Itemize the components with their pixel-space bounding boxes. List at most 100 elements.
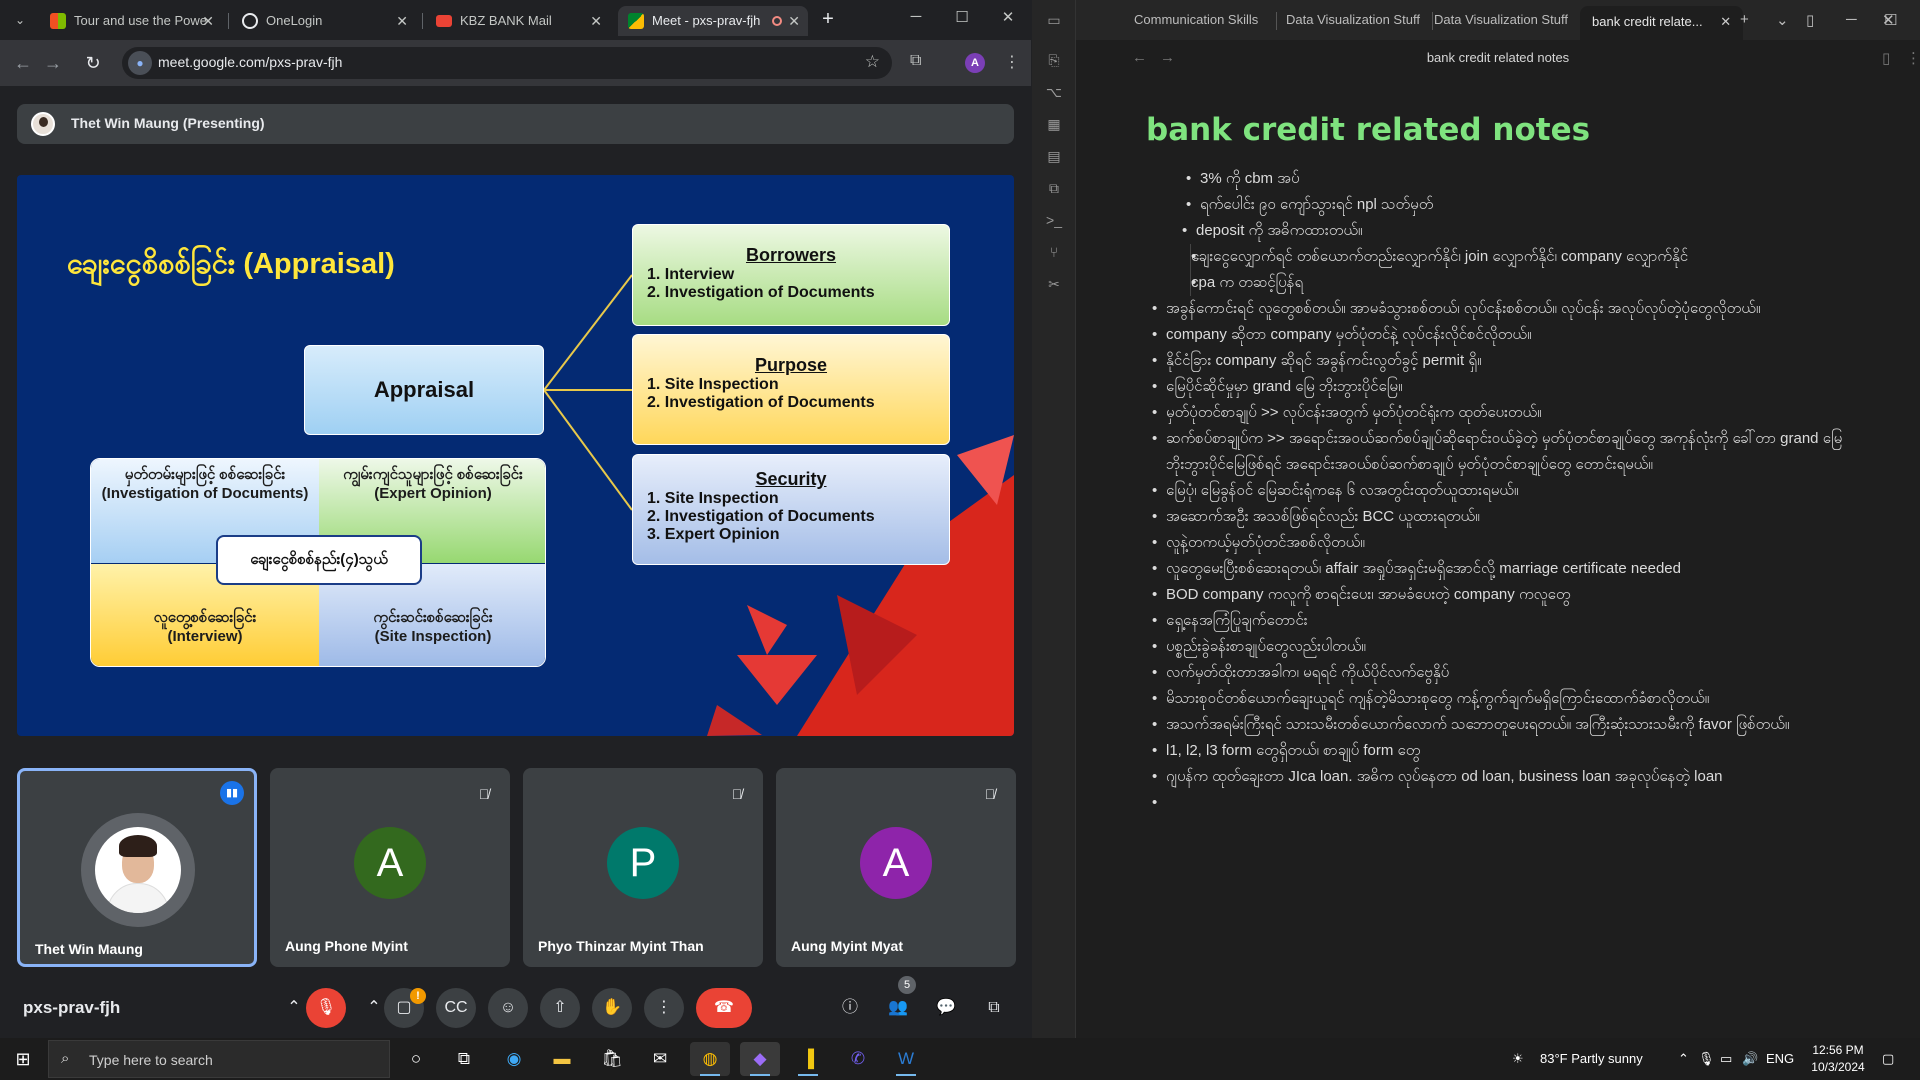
canvas-icon[interactable]: ▦ [1044, 114, 1064, 134]
note-bullet-list[interactable]: 3% ကို cbm အပ်ရက်ပေါင်း ၉၀ ကျော်သွားရင် … [1146, 166, 1846, 816]
tab-onelogin[interactable]: OneLogin ✕ [232, 6, 416, 36]
note-list-item[interactable]: ဆက်စပ်စာချုပ်က >> အရောင်းအဝယ်ဆက်စပ်ချုပ်… [1152, 426, 1846, 478]
note-list-item[interactable]: ရှေ့နေအကြံပြုချက်တောင်း [1152, 608, 1846, 634]
note-tab[interactable]: Data Visualization Stuff [1434, 12, 1568, 27]
note-list-item[interactable]: အခွန်ကောင်းရင် လူတွေစစ်တယ်။ အာမခံသွားစစ်… [1152, 296, 1846, 322]
open-switcher-icon[interactable]: ⎘ [1044, 50, 1064, 70]
note-list-item[interactable]: 3% ကို cbm အပ် [1186, 166, 1846, 192]
note-list-item[interactable]: လက်မှတ်ထိုးတာအခါက၊ မရရင် ကိုယ်ပိုင်လက်ဗွ… [1152, 660, 1846, 686]
templates-icon[interactable]: ⧉ [1044, 178, 1064, 198]
raise-hand-button[interactable]: ✋ [592, 988, 632, 1028]
close-icon[interactable]: ✕ [590, 6, 602, 36]
activities-icon[interactable]: ⧉ [974, 988, 1014, 1028]
video-options-chevron-icon[interactable]: ⌃ [362, 988, 386, 1028]
note-list-item[interactable]: လူနဲ့တကယ့်မှတ်ပုံတင်အစစ်လိုတယ်။ [1152, 530, 1846, 556]
leave-call-button[interactable]: ☎ [696, 988, 752, 1028]
close-icon[interactable]: ✕ [396, 6, 408, 36]
word-icon[interactable]: W [886, 1042, 926, 1076]
system-clock[interactable]: 12:56 PM 10/3/2024 [1798, 1042, 1878, 1076]
task-view-icon[interactable]: ⧉ [444, 1042, 484, 1076]
reload-button[interactable]: ↻ [80, 50, 106, 76]
note-list-item[interactable]: ရက်ပေါင်း ၉၀ ကျော်သွားရင် npl သတ်မှတ် [1186, 192, 1846, 218]
note-list-item[interactable]: လူတွေမေးပြီးစစ်ဆေးရတယ်၊ affair အရှုပ်အရှ… [1152, 556, 1846, 582]
note-list-item[interactable]: ပစ္စည်းခွဲခန်းစာချုပ်တွေလည်းပါတယ်။ [1152, 634, 1846, 660]
forward-button[interactable]: → [40, 50, 66, 76]
mic-active-icon[interactable]: ● [128, 51, 152, 75]
taskbar-search-box[interactable]: ⌕ Type here to search [48, 1040, 390, 1078]
microphone-tray-icon[interactable]: 🎙 [1698, 1038, 1715, 1080]
notification-center-icon[interactable]: ▢ [1882, 1038, 1894, 1080]
tab-search-button[interactable]: ⌄ [8, 8, 32, 32]
note-list-item[interactable]: မိသားစုဝင်တစ်ယောက်ချေးယူရင် ကျန်တဲ့မိသား… [1152, 686, 1846, 712]
note-list-item[interactable]: မှတ်ပုံတင်စာချုပ် >> လုပ်ငန်းအတွက် မှတ်ပ… [1152, 400, 1846, 426]
minimize-button[interactable]: ─ [1846, 11, 1857, 28]
right-sidebar-toggle-icon[interactable]: ▯ [1806, 11, 1814, 29]
sidebar-toggle-icon[interactable]: ▭ [1044, 10, 1064, 30]
cortana-icon[interactable]: ○ [396, 1042, 436, 1076]
more-options-icon[interactable]: ⋮ [1906, 49, 1920, 67]
participant-tile[interactable]: ▮▮ Thet Win Maung [17, 768, 257, 967]
note-list-item[interactable]: BOD company ကလူကို စာရင်းပေး၊ အာမခံပေးတဲ… [1152, 582, 1846, 608]
back-button[interactable]: ← [10, 50, 36, 76]
close-icon[interactable]: ✕ [202, 6, 214, 36]
note-tab-active[interactable]: bank credit relate... ✕ [1580, 6, 1744, 40]
tab-meet[interactable]: Meet - pxs-prav-fjh ✕ [618, 6, 808, 36]
new-note-tab-icon[interactable]: + [1740, 11, 1749, 28]
close-icon[interactable]: ✕ [1720, 14, 1731, 29]
menu-icon[interactable]: ⋮ [1004, 52, 1020, 72]
note-list-item[interactable]: မြေပုံ၊ မြေခွန်ဝင် မြေဆင်းရုံကနေ ၆ လအတွင… [1152, 478, 1846, 504]
reading-view-icon[interactable]: ▯ [1882, 49, 1890, 67]
new-tab-button[interactable]: + [816, 8, 840, 31]
note-list-item[interactable]: ဂျပန်က ထုတ်ချေးတာ JIca loan. အဓိက လုပ်နေ… [1152, 764, 1846, 790]
chat-icon[interactable]: 💬 [926, 988, 966, 1028]
maximize-button[interactable]: ☐ [942, 8, 982, 26]
tray-chevron-icon[interactable]: ⌃ [1678, 1038, 1689, 1080]
weather-text[interactable]: 83°F Partly sunny [1540, 1038, 1643, 1080]
windows-start-icon[interactable]: ⊞ [0, 1038, 46, 1080]
mic-toggle-button[interactable]: 🎙 [306, 988, 346, 1028]
reactions-button[interactable]: ☺ [488, 988, 528, 1028]
command-palette-icon[interactable]: >_ [1044, 210, 1064, 230]
extensions-icon[interactable]: ⧉ [910, 52, 921, 70]
edge-icon[interactable]: ◉ [494, 1042, 534, 1076]
tab-list-chevron-icon[interactable]: ⌄ [1776, 11, 1789, 29]
note-list-item[interactable]: မြေပိုင်ဆိုင်မှုမှာ grand မြေ ဘိုးဘွားပိ… [1152, 374, 1846, 400]
graph-view-icon[interactable]: ⌥ [1044, 82, 1064, 102]
note-list-item[interactable]: company ဆိုတာ company မှတ်ပုံတင်နဲ့ လုပ်… [1152, 322, 1846, 348]
tab-kbz-mail[interactable]: KBZ BANK Mail ✕ [426, 6, 610, 36]
power-bi-icon[interactable]: ▐ [788, 1042, 828, 1076]
git-icon[interactable]: ⑂ [1044, 242, 1064, 262]
obsidian-icon[interactable]: ◆ [740, 1042, 780, 1076]
note-list-item[interactable]: အဆောက်အဦး အသစ်ဖြစ်ရင်လည်း BCC ယူထားရတယ်။ [1152, 504, 1846, 530]
participant-tile[interactable]: 🎙̸ A Aung Phone Myint [270, 768, 510, 967]
mail-icon[interactable]: ✉ [640, 1042, 680, 1076]
tools-icon[interactable]: ✂ [1044, 274, 1064, 294]
file-explorer-icon[interactable]: ▬ [542, 1042, 582, 1076]
chrome-icon[interactable]: ◍ [690, 1042, 730, 1076]
people-icon[interactable]: 👥 [878, 988, 918, 1028]
weather-icon[interactable]: ☀ [1512, 1038, 1524, 1080]
audio-options-chevron-icon[interactable]: ⌃ [282, 988, 306, 1028]
participant-tile[interactable]: 🎙̸ A Aung Myint Myat [776, 768, 1016, 967]
participant-tile[interactable]: 🎙̸ P Phyo Thinzar Myint Than [523, 768, 763, 967]
address-bar[interactable]: ● meet.google.com/pxs-prav-fjh ☆ [122, 47, 892, 79]
note-tab[interactable]: Communication Skills [1134, 12, 1258, 27]
note-list-item[interactable]: deposit ကို အဓိကထားတယ်။ [1182, 218, 1846, 244]
note-list-item[interactable]: cpa က တဆင့်ပြန်ရ [1190, 270, 1846, 296]
note-list-item[interactable]: အသက်အရမ်းကြီးရင် သားသမီးတစ်ယောက်လောက် သဘ… [1152, 712, 1846, 738]
note-list-item[interactable]: နိုင်ငံခြား company ဆိုရင် အခွန်ကင်းလွတ်… [1152, 348, 1846, 374]
present-screen-button[interactable]: ⇧ [540, 988, 580, 1028]
language-indicator[interactable]: ENG [1766, 1038, 1794, 1080]
close-window-button[interactable]: ✕ [1882, 11, 1895, 29]
more-options-button[interactable]: ⋮ [644, 988, 684, 1028]
store-icon[interactable]: 🛍 [592, 1042, 632, 1076]
note-list-item[interactable]: ချေးငွေလျှောက်ရင် တစ်ယောက်တည်းလျှောက်နို… [1190, 244, 1846, 270]
tab-power-tour[interactable]: Tour and use the Powe ✕ [40, 6, 222, 36]
meeting-info-icon[interactable]: ⓘ [830, 988, 870, 1028]
note-list-item[interactable]: l1, l2, l3 form တွေရှိတယ်၊ စာချုပ် form … [1152, 738, 1846, 764]
viber-icon[interactable]: ✆ [838, 1042, 878, 1076]
close-icon[interactable]: ✕ [788, 6, 800, 36]
profile-avatar[interactable]: A [965, 53, 985, 73]
daily-note-icon[interactable]: ▤ [1044, 146, 1064, 166]
captions-button[interactable]: CC [436, 988, 476, 1028]
